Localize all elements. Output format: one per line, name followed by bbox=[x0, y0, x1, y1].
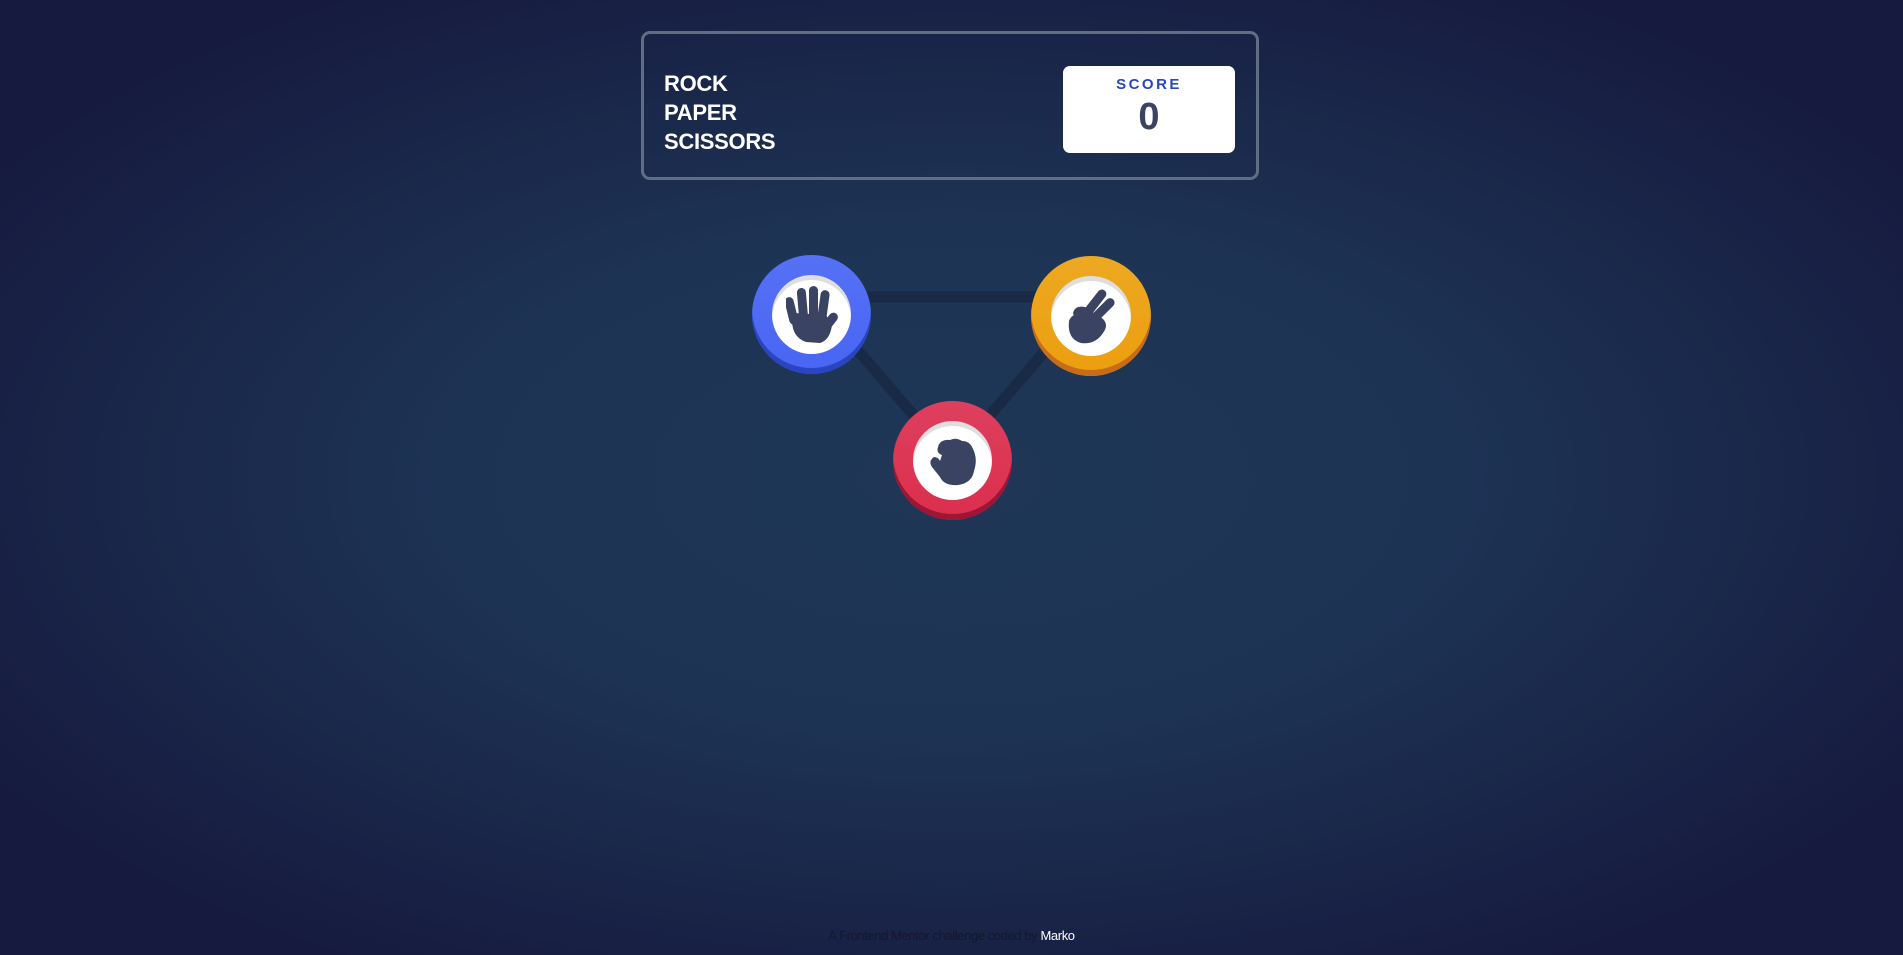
scissors-button[interactable] bbox=[1031, 256, 1151, 376]
paper-icon-circle bbox=[772, 275, 851, 354]
paper-button[interactable] bbox=[752, 255, 871, 374]
score-box: SCORE 0 bbox=[1063, 66, 1235, 153]
title-line-scissors: SCISSORS bbox=[664, 129, 776, 154]
title-line-rock: ROCK bbox=[664, 71, 728, 96]
scissors-hand-icon bbox=[1068, 289, 1115, 344]
rock-icon-circle bbox=[913, 421, 992, 500]
paper-hand-icon bbox=[785, 285, 838, 343]
scissors-icon-circle bbox=[1051, 276, 1131, 356]
title-line-paper: PAPER bbox=[664, 100, 737, 125]
score-label: SCORE bbox=[1116, 76, 1182, 93]
game-header: ROCK PAPER SCISSORS SCORE 0 bbox=[641, 31, 1259, 180]
game-title: ROCK PAPER SCISSORS bbox=[664, 69, 824, 156]
attribution-text: A Frontend Mentor challenge coded by bbox=[828, 928, 1038, 943]
rock-fist-icon bbox=[929, 438, 976, 485]
score-value: 0 bbox=[1138, 96, 1160, 138]
author-link[interactable]: Marko bbox=[1041, 928, 1076, 943]
rock-button[interactable] bbox=[893, 401, 1012, 520]
footer-attribution: A Frontend Mentor challenge coded by Mar… bbox=[0, 928, 1903, 943]
